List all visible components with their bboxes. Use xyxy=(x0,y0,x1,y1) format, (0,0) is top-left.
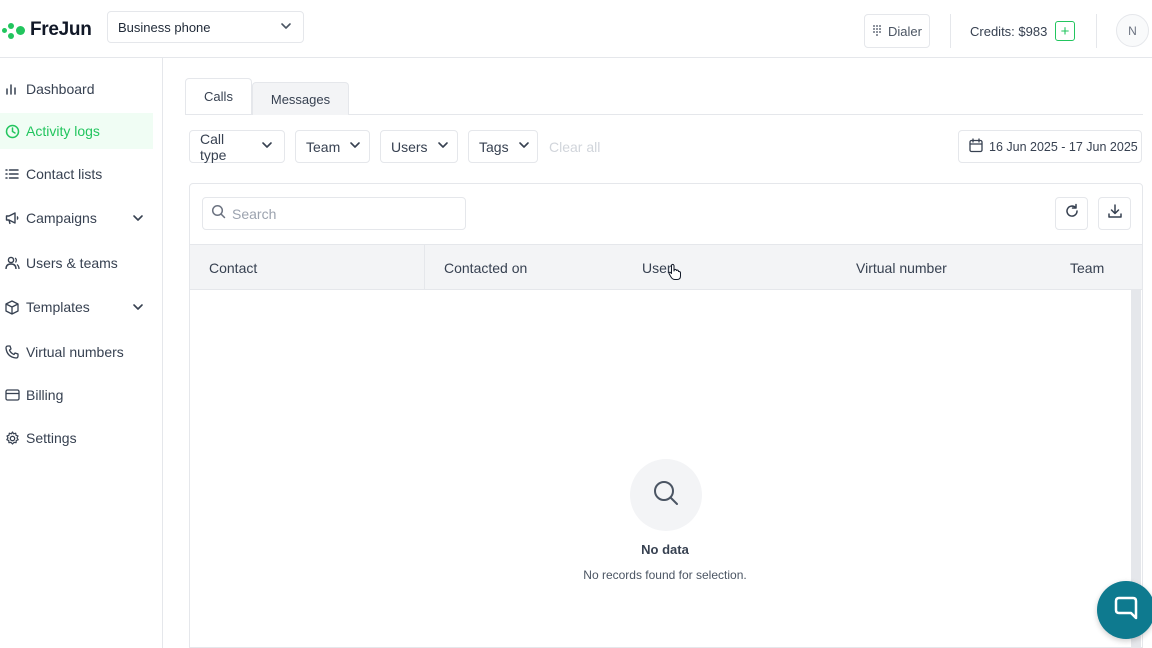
download-button[interactable] xyxy=(1098,197,1131,230)
sidebar-item-label: Billing xyxy=(26,387,64,403)
add-credits-button[interactable]: + xyxy=(1055,21,1075,41)
chevron-down-icon[interactable] xyxy=(131,300,145,317)
chevron-down-icon xyxy=(517,138,531,155)
chevron-down-icon xyxy=(260,138,274,155)
chevron-down-icon[interactable] xyxy=(131,211,145,228)
megaphone-icon xyxy=(4,210,20,226)
clock-icon xyxy=(4,123,20,139)
credits-label: Credits: $983 xyxy=(970,24,1048,39)
sidebar-item-users-teams[interactable]: Users & teams xyxy=(0,245,153,281)
calendar-icon xyxy=(969,137,983,156)
empty-state-subtitle: No records found for selection. xyxy=(583,568,747,582)
dialer-label: Dialer xyxy=(888,23,922,39)
cube-icon xyxy=(4,299,20,315)
empty-state-illustration xyxy=(630,459,702,531)
top-header: FreJun Business phone Dialer Credits: $9… xyxy=(0,0,1152,58)
bar-chart-icon xyxy=(4,81,20,97)
sidebar-item-label: Campaigns xyxy=(26,210,97,226)
sidebar-item-label: Templates xyxy=(26,299,90,315)
tags-filter-label: Tags xyxy=(479,138,509,155)
users-icon xyxy=(4,255,20,271)
refresh-button[interactable] xyxy=(1055,197,1088,230)
sidebar-item-label: Activity logs xyxy=(26,123,100,139)
sidebar-item-label: Settings xyxy=(26,430,77,446)
call-type-filter[interactable]: Call type xyxy=(189,130,285,163)
dialpad-icon xyxy=(872,24,882,39)
date-range-value: 16 Jun 2025 - 17 Jun 2025 xyxy=(989,139,1138,154)
chat-support-button[interactable] xyxy=(1097,581,1152,639)
clear-all-button[interactable]: Clear all xyxy=(549,139,600,155)
sidebar-item-label: Users & teams xyxy=(26,255,118,271)
sidebar-item-virtual-numbers[interactable]: Virtual numbers xyxy=(0,334,153,370)
frejun-logo[interactable]: FreJun xyxy=(2,17,92,43)
chevron-down-icon xyxy=(348,138,362,155)
header-divider xyxy=(950,14,951,48)
users-filter[interactable]: Users xyxy=(380,130,458,163)
credit-card-icon xyxy=(4,387,20,403)
column-header-contact[interactable]: Contact xyxy=(209,260,257,276)
search-input[interactable] xyxy=(232,205,452,222)
gear-icon xyxy=(4,430,20,446)
business-phone-select[interactable]: Business phone xyxy=(107,11,304,43)
list-icon xyxy=(4,166,20,182)
dialer-button[interactable]: Dialer xyxy=(864,14,930,48)
sidebar-item-label: Virtual numbers xyxy=(26,344,124,360)
chevron-down-icon xyxy=(279,19,293,36)
search-icon xyxy=(651,478,681,513)
avatar[interactable]: N xyxy=(1116,14,1149,47)
sidebar-item-templates[interactable]: Templates xyxy=(0,289,153,325)
sidebar-item-contact-lists[interactable]: Contact lists xyxy=(0,156,153,192)
search-field[interactable] xyxy=(202,197,466,230)
refresh-icon xyxy=(1064,203,1080,224)
chevron-down-icon xyxy=(436,138,450,155)
column-header-virtual-number[interactable]: Virtual number xyxy=(856,260,947,276)
column-header-contacted-on[interactable]: Contacted on xyxy=(444,260,527,276)
chat-bubble-icon xyxy=(1112,594,1140,627)
sidebar-item-dashboard[interactable]: Dashboard xyxy=(0,71,153,107)
phone-icon xyxy=(4,344,20,360)
team-filter-label: Team xyxy=(306,138,341,155)
business-phone-select-value: Business phone xyxy=(118,19,211,35)
sidebar-item-label: Dashboard xyxy=(26,81,95,97)
search-icon xyxy=(211,204,226,224)
empty-state-title: No data xyxy=(641,542,689,557)
sidebar-item-settings[interactable]: Settings xyxy=(0,420,153,456)
header-divider xyxy=(1096,14,1097,48)
table-header: Contact Contacted on User Virtual number… xyxy=(190,244,1142,290)
tab-calls[interactable]: Calls xyxy=(185,78,252,114)
team-filter[interactable]: Team xyxy=(295,130,370,163)
sidebar-item-label: Contact lists xyxy=(26,166,103,182)
logo-text: FreJun xyxy=(30,19,92,40)
call-type-filter-label: Call type xyxy=(200,130,227,163)
sidebar-item-billing[interactable]: Billing xyxy=(0,377,153,413)
hand-cursor-icon xyxy=(668,263,682,286)
tags-filter[interactable]: Tags xyxy=(468,130,538,163)
date-range-picker[interactable]: 16 Jun 2025 - 17 Jun 2025 xyxy=(958,130,1142,163)
sidebar-item-campaigns[interactable]: Campaigns xyxy=(0,200,153,236)
column-divider xyxy=(424,245,425,290)
tab-messages[interactable]: Messages xyxy=(252,82,349,115)
download-icon xyxy=(1107,203,1123,224)
logo-mark-icon xyxy=(2,20,28,40)
sidebar-item-activity-logs[interactable]: Activity logs xyxy=(0,113,153,149)
column-header-team[interactable]: Team xyxy=(1070,260,1104,276)
users-filter-label: Users xyxy=(391,138,428,155)
